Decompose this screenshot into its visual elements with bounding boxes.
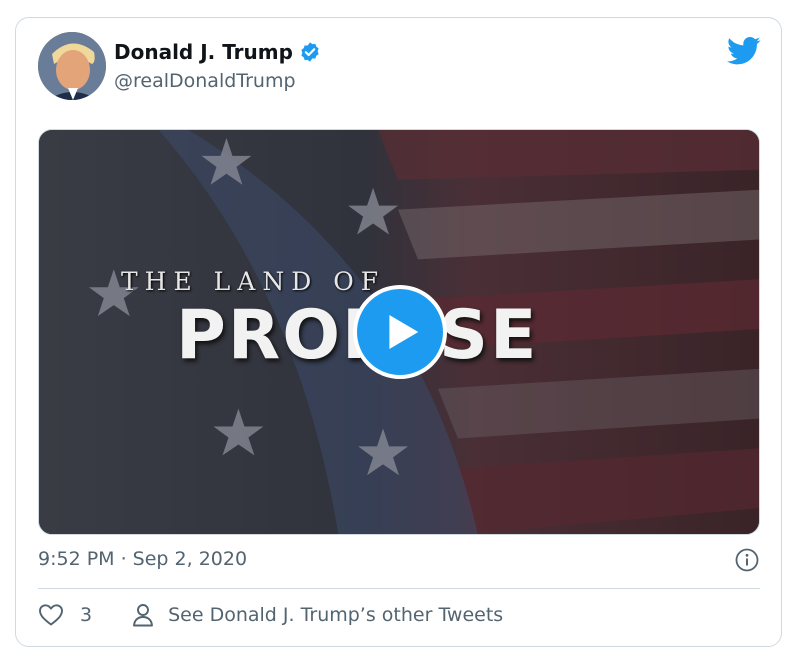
tweet-card[interactable]: Donald J. Trump @realDonaldTrump THE LAN… xyxy=(15,17,782,647)
tweet-actions: 3 See Donald J. Trump’s other Tweets xyxy=(38,603,503,627)
heart-icon xyxy=(39,604,63,626)
tweet-timestamp[interactable]: 9:52 PM · Sep 2, 2020 xyxy=(38,548,247,570)
author-name-row[interactable]: Donald J. Trump xyxy=(114,40,321,64)
divider xyxy=(38,588,760,589)
see-other-tweets-label: See Donald J. Trump’s other Tweets xyxy=(168,604,504,626)
like-button[interactable]: 3 xyxy=(38,603,92,627)
author-handle[interactable]: @realDonaldTrump xyxy=(114,70,296,92)
person-icon xyxy=(133,604,154,627)
info-icon[interactable] xyxy=(735,548,759,572)
like-count: 3 xyxy=(80,604,93,626)
verified-badge-icon xyxy=(301,42,319,62)
author-avatar[interactable] xyxy=(38,32,106,100)
author-name[interactable]: Donald J. Trump xyxy=(114,40,293,64)
twitter-bird-icon[interactable] xyxy=(727,36,761,66)
video-player[interactable]: THE LAND OF PROMISE xyxy=(38,129,760,535)
play-button[interactable] xyxy=(353,285,447,379)
video-title-line-1: THE LAND OF xyxy=(121,267,386,296)
avatar-image xyxy=(38,32,106,100)
see-other-tweets-link[interactable]: See Donald J. Trump’s other Tweets xyxy=(132,603,503,627)
play-icon xyxy=(389,315,419,349)
